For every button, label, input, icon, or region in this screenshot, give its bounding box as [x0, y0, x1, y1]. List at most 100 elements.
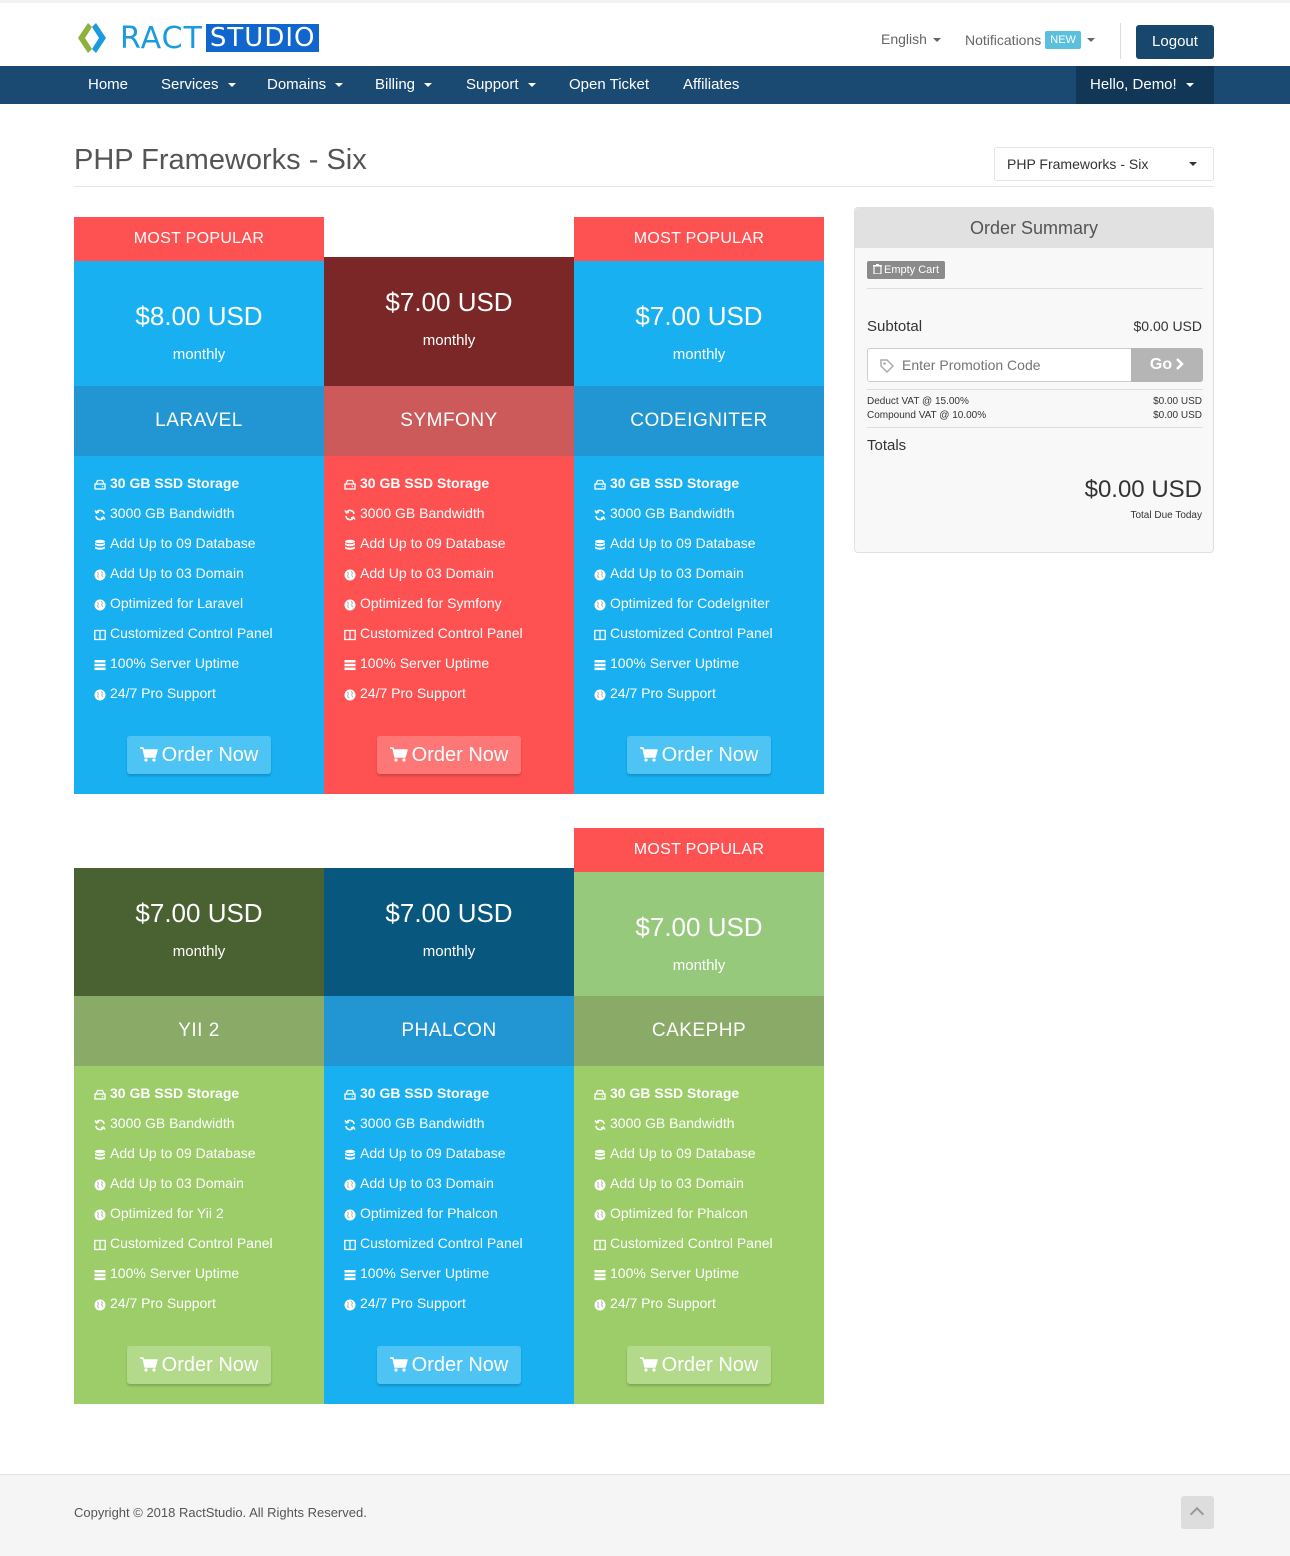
- feature-item: Customized Control Panel: [74, 1234, 324, 1264]
- feature-text: 30 GB SSD Storage: [610, 475, 740, 491]
- promo-go-label: Go: [1149, 356, 1173, 373]
- notifications-dropdown[interactable]: Notifications NEW: [965, 31, 1095, 49]
- order-wrap: Order Now: [74, 714, 324, 794]
- order-now-label: Order Now: [661, 1354, 759, 1376]
- feature-item: Add Up to 03 Domain: [574, 564, 824, 594]
- feature-text: 100% Server Uptime: [110, 655, 240, 671]
- feature-item: 3000 GB Bandwidth: [574, 504, 824, 534]
- refresh-icon: [344, 507, 356, 521]
- globe-icon: [344, 1207, 356, 1221]
- refresh-icon: [94, 1117, 106, 1131]
- database-icon: [94, 537, 106, 550]
- summary-divider: [867, 389, 1203, 390]
- columns-icon: [594, 1237, 606, 1251]
- feature-text: 100% Server Uptime: [360, 655, 490, 671]
- order-summary-title: Order Summary: [855, 208, 1213, 248]
- pricing-card: $7.00 USD monthly YII 2 30 GB SSD Storage 30…: [74, 868, 324, 1404]
- order-now-button[interactable]: Order Now: [127, 736, 271, 774]
- feature-list: 30 GB SSD Storage 3000 GB Bandwidth Add Up…: [324, 456, 574, 794]
- plan-name: SYMFONY: [324, 386, 574, 456]
- feature-text: Customized Control Panel: [110, 625, 273, 641]
- feature-item: 30 GB SSD Storage: [574, 474, 824, 504]
- feature-item: Optimized for Yii 2: [74, 1204, 324, 1234]
- category-select[interactable]: PHP Frameworks - Six: [994, 147, 1214, 181]
- server-icon: [594, 1267, 606, 1281]
- feature-item: Optimized for Phalcon: [324, 1204, 574, 1234]
- order-now-button[interactable]: Order Now: [377, 1346, 521, 1384]
- refresh-icon: [594, 507, 606, 521]
- globe-icon: [344, 1297, 356, 1311]
- nav-domains[interactable]: Domains: [267, 66, 344, 104]
- tax2-label: Compound VAT @ 10.00%: [867, 410, 987, 421]
- feature-item: 24/7 Pro Support: [74, 1294, 324, 1324]
- order-now-button[interactable]: Order Now: [627, 1346, 771, 1384]
- feature-item: Optimized for Phalcon: [574, 1204, 824, 1234]
- globe-icon: [344, 687, 356, 701]
- order-now-label: Order Now: [161, 1354, 259, 1376]
- feature-item: 3000 GB Bandwidth: [574, 1114, 824, 1144]
- order-now-button[interactable]: Order Now: [377, 736, 521, 774]
- nav-open-ticket[interactable]: Open Ticket: [569, 66, 649, 104]
- header-divider: [1120, 23, 1121, 59]
- plan-price: $7.00 USD: [385, 287, 513, 317]
- feature-text: Add Up to 03 Domain: [110, 1175, 244, 1191]
- feature-item: 100% Server Uptime: [574, 1264, 824, 1294]
- feature-item: 3000 GB Bandwidth: [324, 504, 574, 534]
- top-header: RACT STUDIO English Notifications NEW Log…: [0, 0, 1290, 66]
- empty-cart-button[interactable]: Empty Cart: [867, 261, 946, 279]
- pricing-card: $7.00 USD monthly PHALCON 30 GB SSD Storage…: [324, 868, 574, 1404]
- language-dropdown[interactable]: English: [881, 31, 941, 47]
- most-popular-badge: MOST POPULAR: [574, 828, 824, 872]
- billing-cycle: monthly: [672, 957, 726, 974]
- nav-affiliates[interactable]: Affiliates: [683, 66, 739, 104]
- chevron-down-icon: [1086, 38, 1095, 42]
- chevron-down-icon: [527, 83, 536, 88]
- feature-item: Add Up to 03 Domain: [74, 564, 324, 594]
- plan-name: PHALCON: [324, 996, 574, 1066]
- order-wrap: Order Now: [574, 714, 824, 794]
- back-to-top-button[interactable]: [1181, 1496, 1214, 1529]
- nav-services-label: Services: [161, 76, 219, 93]
- logo[interactable]: RACT STUDIO: [74, 21, 320, 56]
- promo-code-input[interactable]: [902, 349, 1122, 381]
- plan-price: $7.00 USD: [385, 898, 513, 928]
- columns-icon: [94, 627, 106, 641]
- globe-icon: [94, 1207, 106, 1221]
- globe-icon: [94, 687, 106, 701]
- nav-open-ticket-label: Open Ticket: [569, 76, 650, 93]
- nav-billing[interactable]: Billing: [375, 66, 433, 104]
- promo-go-button[interactable]: Go: [1131, 348, 1203, 382]
- user-menu[interactable]: Hello, Demo!: [1076, 66, 1214, 104]
- order-now-button[interactable]: Order Now: [627, 736, 771, 774]
- server-icon: [344, 1267, 356, 1281]
- order-summary-panel: Order Summary Empty Cart Subtotal $0.00 …: [854, 207, 1214, 553]
- order-now-button[interactable]: Order Now: [127, 1346, 271, 1384]
- nav-domains-label: Domains: [267, 76, 327, 93]
- billing-cycle: monthly: [672, 346, 726, 363]
- chevron-right-icon: [1176, 358, 1184, 370]
- price-box: $7.00 USD monthly: [574, 261, 824, 386]
- globe-icon: [594, 1207, 606, 1221]
- feature-text: Add Up to 03 Domain: [610, 1175, 744, 1191]
- feature-text: Optimized for Laravel: [110, 595, 244, 611]
- database-icon: [344, 537, 356, 550]
- plan-name-label: SYMFONY: [400, 410, 498, 431]
- logout-button[interactable]: Logout: [1136, 25, 1214, 59]
- price-box: $8.00 USD monthly: [74, 261, 324, 386]
- globe-icon: [94, 567, 106, 581]
- feature-text: 3000 GB Bandwidth: [360, 505, 485, 521]
- feature-item: Add Up to 03 Domain: [74, 1174, 324, 1204]
- nav-services[interactable]: Services: [161, 66, 236, 104]
- nav-home[interactable]: Home: [88, 66, 128, 104]
- feature-item: 100% Server Uptime: [74, 654, 324, 684]
- plan-price: $7.00 USD: [635, 912, 763, 942]
- globe-icon: [594, 1297, 606, 1311]
- feature-text: 30 GB SSD Storage: [110, 475, 240, 491]
- pricing-card: MOST POPULAR $7.00 USD monthly CODEIGNITER 3…: [574, 217, 824, 794]
- feature-text: 30 GB SSD Storage: [360, 475, 490, 491]
- pricing-card: MOST POPULAR $7.00 USD monthly CAKEPHP 30 GB…: [574, 828, 824, 1404]
- hdd-icon: [344, 477, 356, 490]
- feature-text: 24/7 Pro Support: [360, 685, 466, 701]
- plan-name-label: LARAVEL: [155, 410, 243, 431]
- nav-support[interactable]: Support: [466, 66, 536, 104]
